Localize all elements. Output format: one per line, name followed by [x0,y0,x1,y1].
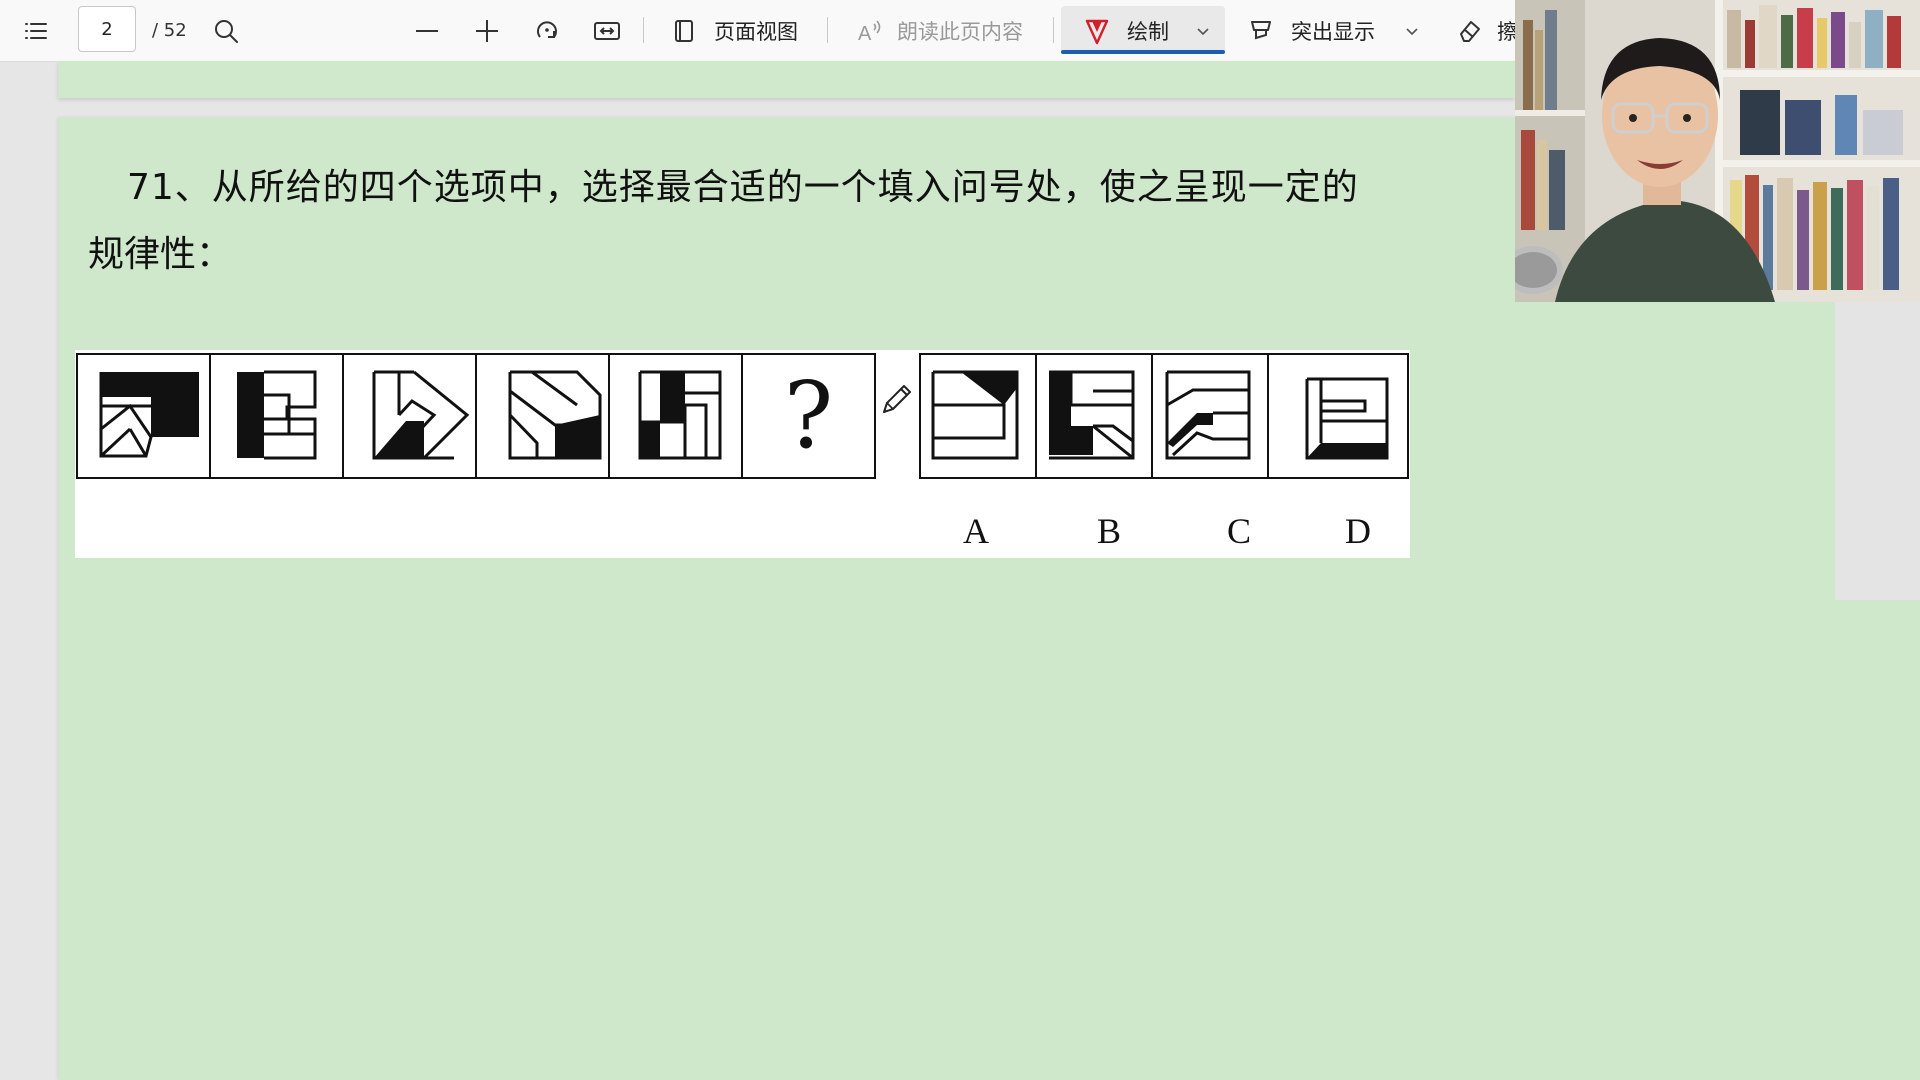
question-mark: ? [783,362,834,469]
highlight-dropdown-chevron-icon[interactable] [1403,0,1421,61]
fit-width-icon[interactable] [592,0,622,61]
pdf-page [58,118,1515,1080]
question-mark-cell: ? [741,353,876,479]
draw-icon [1085,19,1109,44]
option-label-b: B [1096,511,1121,551]
option-label-c: C [1226,511,1251,551]
pdf-page-margin [1835,600,1920,1080]
read-aloud-label: 朗读此页内容 [897,19,1023,44]
question-text-line2: 规律性： [88,234,233,275]
read-aloud-icon: A [858,19,881,45]
sequence-figure-1 [76,353,211,479]
eraser-icon [1460,20,1480,42]
toolbar-divider [827,17,828,43]
highlighter-icon [1251,20,1271,39]
toolbar-divider [643,17,644,43]
toolbar-divider [1053,17,1054,43]
sequence-figure-5 [608,353,743,479]
sequence-figure-3 [342,353,477,479]
question-text-line1: 71、从所给的四个选项中，选择最合适的一个填入问号处，使之呈现一定的 [127,167,1359,208]
page-view-button[interactable]: 页面视图 [670,0,798,61]
highlight-label: 突出显示 [1291,19,1375,44]
sequence-figure-2 [209,353,344,479]
read-aloud-button[interactable]: A 朗读此页内容 [855,0,1023,61]
option-label-a: A [963,511,989,551]
page-view-label: 页面视图 [714,19,798,44]
figure-puzzle: ? A B C D [75,350,1410,558]
presenter-video-image [1515,0,1920,302]
option-figure-d[interactable] [1267,353,1409,479]
draw-button[interactable]: 绘制 [1083,0,1169,61]
table-of-contents-icon[interactable] [22,0,50,61]
page-total: / 52 [152,20,187,41]
draw-label: 绘制 [1127,19,1169,44]
erase-button[interactable]: 擦 [1455,0,1518,61]
option-figure-a[interactable] [919,353,1037,479]
option-figure-b[interactable] [1035,353,1153,479]
search-icon[interactable] [212,0,240,61]
viewer-background [1835,302,1920,600]
pdf-page-right-area [1515,302,1835,1080]
svg-text:A: A [858,23,872,45]
sequence-figure-4 [475,353,610,479]
option-figure-c[interactable] [1151,353,1269,479]
webcam-video-overlay [1515,0,1920,302]
page-view-icon [675,19,693,42]
zoom-out-icon[interactable] [412,0,442,61]
highlight-button[interactable]: 突出显示 [1247,0,1375,61]
rotate-icon[interactable] [532,0,562,61]
previous-page-edge [58,61,1515,98]
option-label-d: D [1345,511,1371,551]
page-number-input[interactable]: 2 [78,6,136,52]
zoom-in-icon[interactable] [472,0,502,61]
pen-cursor-icon [878,382,914,422]
draw-dropdown-chevron-icon[interactable] [1194,0,1212,61]
